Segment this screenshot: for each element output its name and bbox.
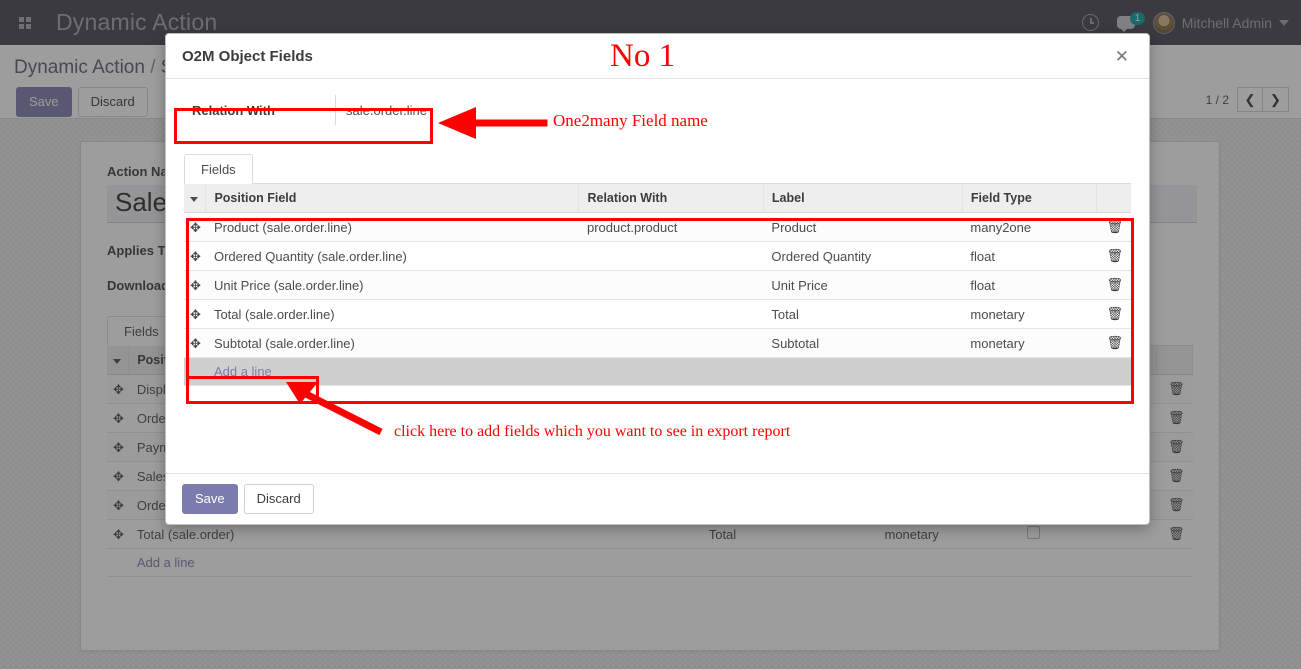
trash-icon[interactable]: 🗑 <box>1106 277 1123 292</box>
add-a-line-link[interactable]: Add a line <box>214 364 272 379</box>
dialog-title: O2M Object Fields <box>182 47 313 65</box>
annotation-add-line-note: click here to add fields which you want … <box>394 423 791 440</box>
cell-relation-with[interactable] <box>578 241 764 271</box>
cell-label[interactable]: Subtotal <box>763 328 963 358</box>
cell-delete[interactable]: 🗑 <box>1096 212 1131 242</box>
table-header-row: Position Field Relation With Label Field… <box>184 184 1131 213</box>
dialog-discard-button[interactable]: Discard <box>243 484 314 514</box>
cell-field-type[interactable]: float <box>962 241 1097 271</box>
table-row[interactable]: ✥ Ordered Quantity (sale.order.line) Order… <box>184 241 1131 271</box>
drag-handle-icon[interactable]: ✥ <box>184 212 206 242</box>
close-icon[interactable]: ✕ <box>1111 46 1133 67</box>
dialog-notebook: Fields Position Field Relation With Labe… <box>184 153 1131 386</box>
cell-position-field[interactable]: Unit Price (sale.order.line) <box>205 270 579 300</box>
cell-relation-with[interactable] <box>578 270 764 300</box>
col-label[interactable]: Label <box>763 184 963 213</box>
dialog-add-line-row[interactable]: Add a line <box>184 357 1131 386</box>
cell-label[interactable]: Unit Price <box>763 270 963 300</box>
cell-relation-with[interactable] <box>578 328 764 358</box>
cell-position-field[interactable]: Subtotal (sale.order.line) <box>205 328 579 358</box>
dialog-tab-list: Fields <box>184 153 1131 184</box>
caret-down-icon <box>190 197 198 202</box>
cell-position-field[interactable]: Ordered Quantity (sale.order.line) <box>205 241 579 271</box>
o2m-object-fields-dialog: O2M Object Fields ✕ Relation With sale.o… <box>165 33 1150 525</box>
cell-label[interactable]: Total <box>763 299 963 329</box>
trash-icon[interactable]: 🗑 <box>1106 335 1123 350</box>
dialog-fields-table: Position Field Relation With Label Field… <box>184 184 1131 386</box>
cell-position-field[interactable]: Product (sale.order.line) <box>205 212 579 242</box>
col-field-type[interactable]: Field Type <box>962 184 1098 213</box>
dialog-footer: Save Discard <box>166 473 1149 524</box>
trash-icon[interactable]: 🗑 <box>1106 248 1123 263</box>
tab-fields[interactable]: Fields <box>184 154 253 184</box>
cell-field-type[interactable]: float <box>962 270 1097 300</box>
drag-handle-icon[interactable]: ✥ <box>184 328 206 358</box>
cell-delete[interactable]: 🗑 <box>1096 270 1131 300</box>
col-relation-with[interactable]: Relation With <box>578 184 764 213</box>
cell-label[interactable]: Product <box>763 212 963 242</box>
table-row[interactable]: ✥ Subtotal (sale.order.line) Subtotal monet… <box>184 328 1131 358</box>
annotation-step-number: No 1 <box>610 38 676 74</box>
relation-with-value[interactable]: sale.order.line <box>336 95 437 125</box>
dialog-body: Relation With sale.order.line Fields Pos… <box>166 79 1149 473</box>
cell-delete[interactable]: 🗑 <box>1096 328 1131 358</box>
cell-relation-with[interactable] <box>578 299 764 329</box>
cell-delete[interactable]: 🗑 <box>1096 299 1131 329</box>
cell-relation-with[interactable]: product.product <box>578 212 764 242</box>
cell-position-field[interactable]: Total (sale.order.line) <box>205 299 579 329</box>
table-row[interactable]: ✥ Unit Price (sale.order.line) Unit Price f… <box>184 270 1131 300</box>
cell-field-type[interactable]: many2one <box>962 212 1097 242</box>
cell-label[interactable]: Ordered Quantity <box>763 241 963 271</box>
annotation-relation-note: One2many Field name <box>553 111 708 130</box>
cell-delete[interactable]: 🗑 <box>1096 241 1131 271</box>
drag-handle-icon[interactable]: ✥ <box>184 299 206 329</box>
drag-handle-icon[interactable]: ✥ <box>184 241 206 271</box>
relation-with-field: Relation With sale.order.line <box>184 95 437 125</box>
cell-field-type[interactable]: monetary <box>962 328 1097 358</box>
drag-handle-icon[interactable]: ✥ <box>184 270 206 300</box>
relation-with-label: Relation With <box>184 95 336 125</box>
table-row[interactable]: ✥ Total (sale.order.line) Total monetary 🗑 <box>184 299 1131 329</box>
trash-icon[interactable]: 🗑 <box>1106 306 1123 321</box>
trash-icon[interactable]: 🗑 <box>1106 219 1123 234</box>
cell-field-type[interactable]: monetary <box>962 299 1097 329</box>
col-delete <box>1096 184 1131 213</box>
col-position-field[interactable]: Position Field <box>205 184 580 213</box>
sort-caret-header[interactable] <box>184 184 207 213</box>
table-row[interactable]: ✥ Product (sale.order.line) product.produc… <box>184 212 1131 242</box>
dialog-save-button[interactable]: Save <box>182 484 238 514</box>
